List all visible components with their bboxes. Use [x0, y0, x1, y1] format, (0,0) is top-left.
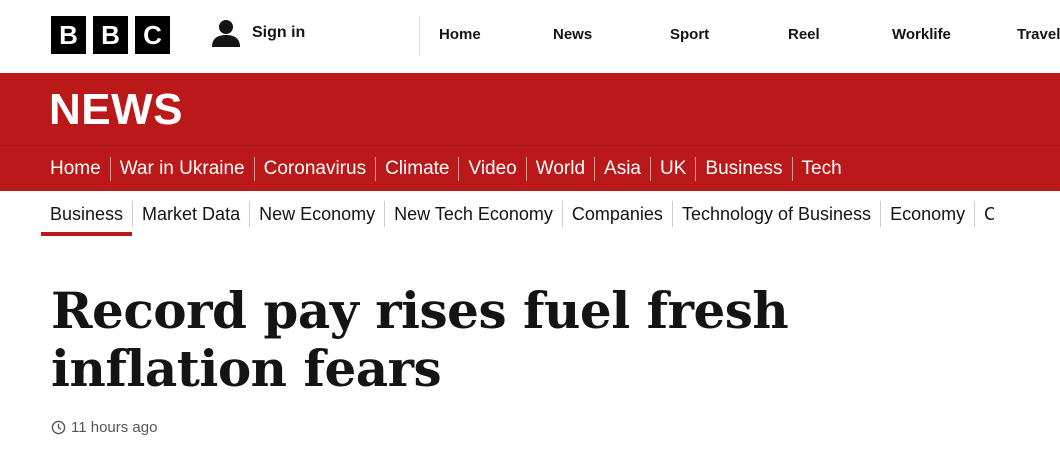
primary-nav-climate[interactable]: Climate: [375, 156, 458, 181]
primary-nav-video[interactable]: Video: [458, 156, 525, 181]
logo-letter-b2: B: [93, 16, 128, 54]
secondary-nav-truncated-item[interactable]: C: [974, 201, 994, 227]
global-nav-home[interactable]: Home: [420, 16, 537, 52]
news-section-title[interactable]: NEWS: [49, 85, 183, 135]
primary-nav-war-in-ukraine[interactable]: War in Ukraine: [109, 156, 254, 181]
secondary-nav-new-tech-economy[interactable]: New Tech Economy: [384, 201, 562, 227]
clock-icon: [51, 420, 66, 435]
global-nav-travel[interactable]: Travel: [998, 16, 1060, 52]
news-masthead: NEWS Home War in Ukraine Coronavirus Cli…: [0, 73, 1060, 195]
secondary-nav-market-data[interactable]: Market Data: [132, 201, 249, 227]
primary-nav-tech[interactable]: Tech: [791, 156, 851, 181]
logo-letter-b1: B: [51, 16, 86, 54]
global-header: B B C Sign in Home News Sport Reel Workl…: [0, 0, 1060, 73]
global-nav-worklife[interactable]: Worklife: [873, 16, 998, 52]
secondary-nav-technology-of-business[interactable]: Technology of Business: [671, 201, 880, 227]
secondary-nav-companies[interactable]: Companies: [561, 201, 672, 227]
global-nav-sport[interactable]: Sport: [651, 16, 769, 52]
article-headline: Record pay rises fuel fresh inflation fe…: [51, 281, 789, 398]
logo-letter-c: C: [135, 16, 170, 54]
primary-nav-home[interactable]: Home: [50, 157, 110, 181]
global-nav-news[interactable]: News: [537, 16, 651, 52]
timestamp-text: 11 hours ago: [71, 419, 158, 436]
bbc-logo[interactable]: B B C: [51, 16, 170, 54]
secondary-nav-economy[interactable]: Economy: [880, 201, 974, 227]
global-nav-reel[interactable]: Reel: [769, 16, 873, 52]
user-icon: [212, 20, 240, 47]
primary-nav-business[interactable]: Business: [695, 156, 792, 195]
global-nav: Home News Sport Reel Worklife Travel: [419, 16, 1060, 56]
article-timestamp: 11 hours ago: [51, 419, 157, 436]
primary-nav-world[interactable]: World: [525, 156, 594, 181]
sign-in-label: Sign in: [252, 24, 306, 41]
news-primary-nav: Home War in Ukraine Coronavirus Climate …: [50, 146, 851, 195]
secondary-nav-new-economy[interactable]: New Economy: [249, 201, 384, 227]
primary-nav-coronavirus[interactable]: Coronavirus: [253, 156, 375, 181]
primary-nav-uk[interactable]: UK: [650, 156, 695, 181]
sign-in-link[interactable]: Sign in: [210, 17, 305, 49]
secondary-nav-business[interactable]: Business: [40, 201, 133, 236]
business-secondary-nav: Business Market Data New Economy New Tec…: [40, 199, 994, 236]
primary-nav-asia[interactable]: Asia: [594, 156, 650, 181]
